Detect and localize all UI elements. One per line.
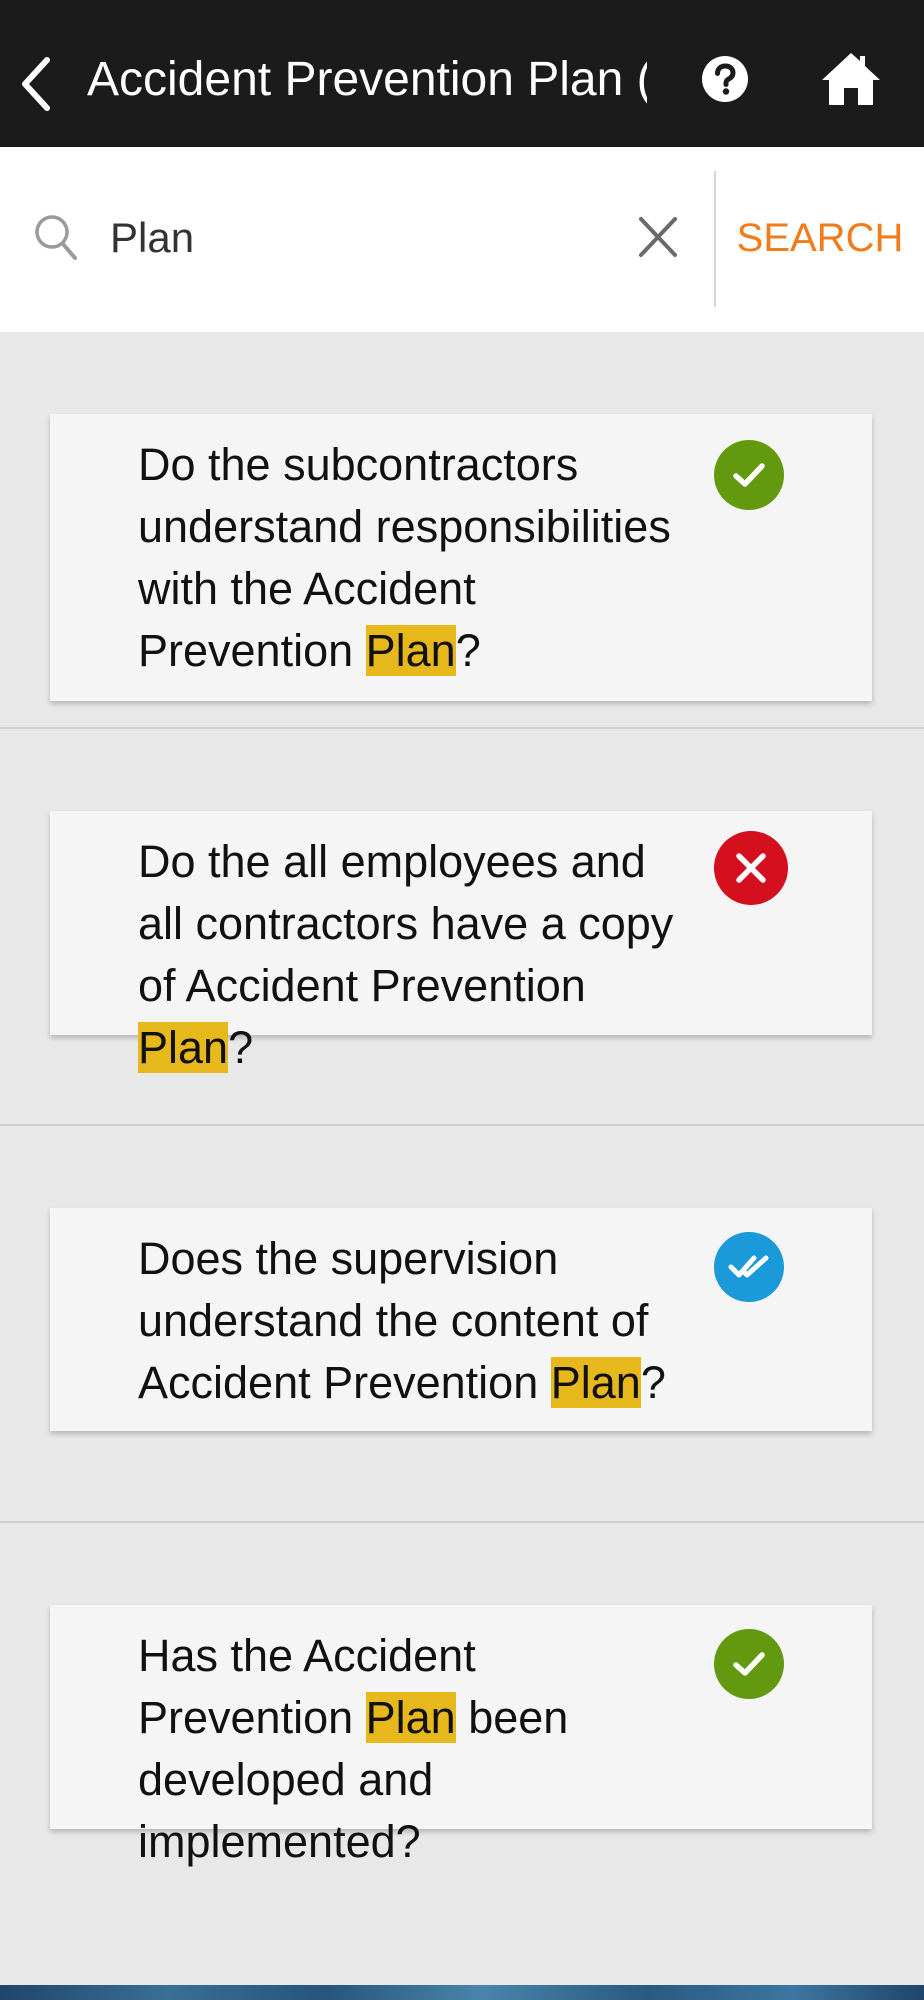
- question-text-post: ?: [455, 625, 481, 676]
- question-card[interactable]: Do the all employees and all contractors…: [50, 811, 872, 1073]
- list-item: Does the supervision understand the cont…: [0, 1126, 924, 1523]
- page-title: Accident Prevention Plan (...: [87, 53, 647, 106]
- x-circle-icon: [736, 853, 766, 883]
- question-card[interactable]: Has the Accident Prevention Plan been de…: [50, 1605, 872, 1867]
- question-text-post: ?: [228, 1022, 254, 1073]
- back-button[interactable]: [12, 44, 60, 124]
- search-icon: [35, 215, 77, 260]
- question-card[interactable]: Do the subcontractors understand respons…: [50, 414, 872, 701]
- question-text: Do the all employees and all contractors…: [138, 831, 678, 1079]
- check-circle-icon: [733, 1652, 765, 1676]
- question-text: Do the subcontractors understand respons…: [138, 434, 678, 682]
- check-circle-icon: [733, 463, 765, 487]
- question-text: Does the supervision understand the cont…: [138, 1228, 678, 1414]
- clear-search-button[interactable]: [630, 207, 686, 267]
- background-image-strip: [0, 1985, 924, 2000]
- question-text-pre: Do the all employees and all contractors…: [138, 836, 674, 1011]
- home-button[interactable]: [814, 44, 888, 114]
- search-match-highlight: Plan: [550, 1357, 641, 1408]
- chevron-left-icon: [22, 57, 50, 111]
- search-bar: SEARCH: [0, 147, 924, 332]
- search-divider: [714, 171, 716, 307]
- help-circle-icon: [702, 56, 748, 102]
- search-input[interactable]: [110, 203, 610, 273]
- status-passed-badge: [714, 1629, 784, 1699]
- list-item: Has the Accident Prevention Plan been de…: [0, 1523, 924, 1920]
- help-button[interactable]: [695, 44, 755, 114]
- status-reviewed-badge: [714, 1232, 784, 1302]
- search-match-highlight: Plan: [365, 625, 456, 676]
- question-text: Has the Accident Prevention Plan been de…: [138, 1625, 678, 1873]
- home-icon: [822, 53, 880, 105]
- question-text-post: ?: [640, 1357, 666, 1408]
- list-item: Do the subcontractors understand respons…: [0, 332, 924, 729]
- search-match-highlight: Plan: [365, 1692, 456, 1743]
- app-header: Accident Prevention Plan (...: [0, 0, 924, 147]
- question-card[interactable]: Does the supervision understand the cont…: [50, 1208, 872, 1431]
- list-item: Do the all employees and all contractors…: [0, 729, 924, 1126]
- search-button[interactable]: SEARCH: [730, 203, 910, 273]
- search-match-highlight: Plan: [138, 1022, 229, 1073]
- double-check-circle-icon: [728, 1255, 769, 1278]
- status-passed-badge: [714, 440, 784, 510]
- close-icon: [639, 217, 677, 257]
- status-failed-badge: [714, 831, 788, 905]
- question-list: Do the subcontractors understand respons…: [0, 332, 924, 1920]
